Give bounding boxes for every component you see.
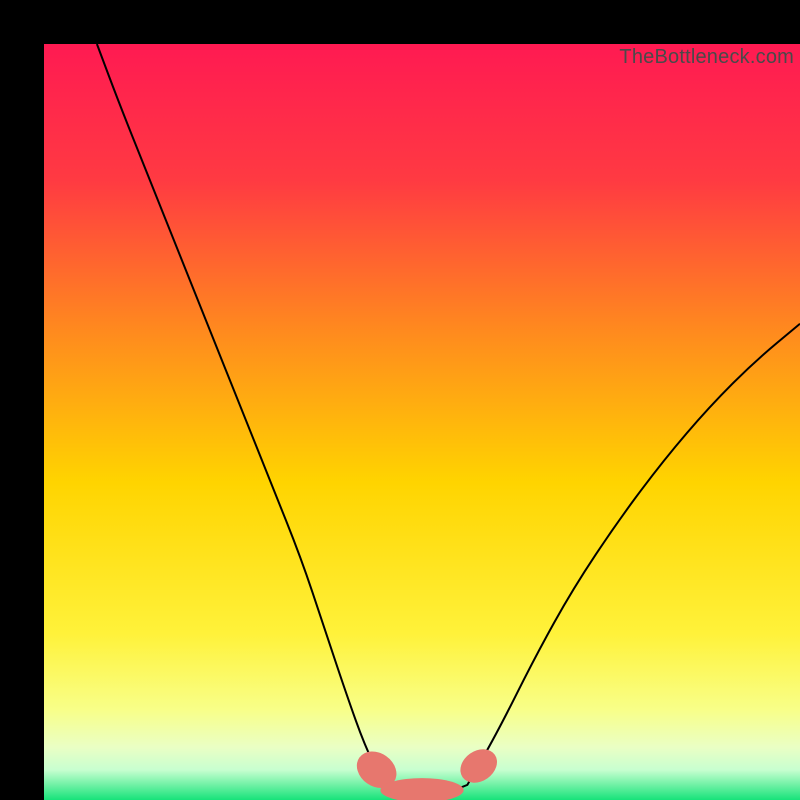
chart-frame: TheBottleneck.com — [0, 0, 800, 800]
curve-path — [97, 44, 800, 792]
watermark-label: TheBottleneck.com — [619, 46, 794, 69]
plot-area: TheBottleneck.com — [44, 44, 800, 800]
valley-marker-right-pill — [454, 742, 504, 789]
valley-markers — [350, 742, 504, 800]
bottleneck-curve — [44, 44, 800, 800]
